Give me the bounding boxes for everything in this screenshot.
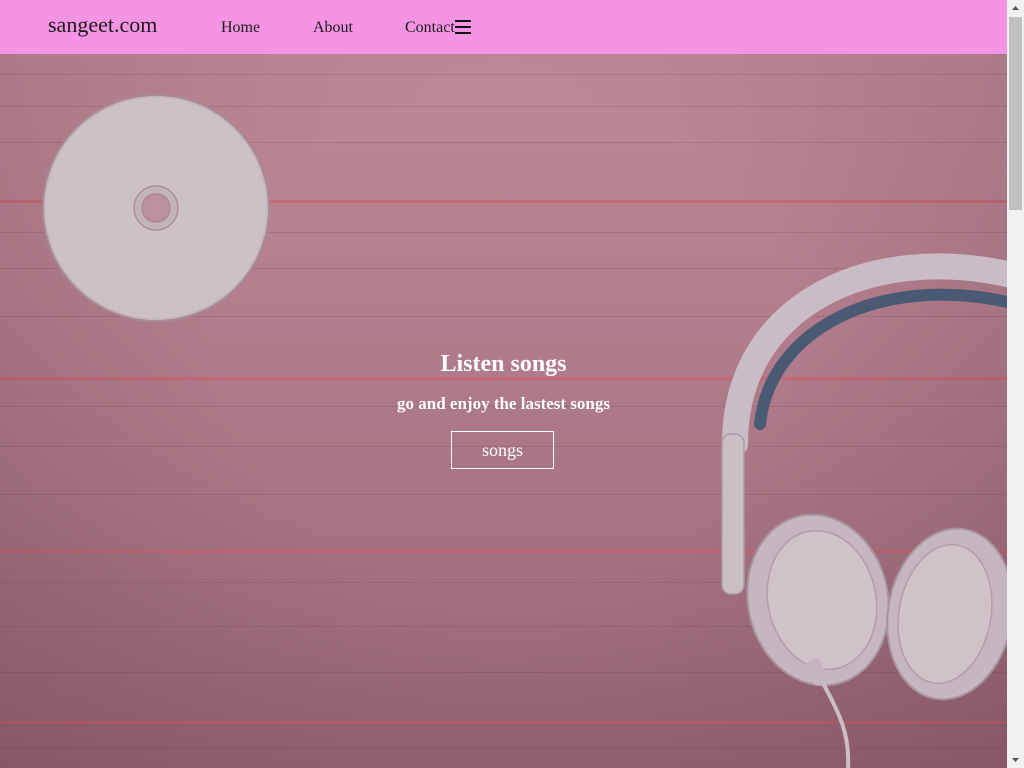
hero-subtitle: go and enjoy the lastest songs [397, 394, 610, 413]
site-brand-link[interactable]: sangeet.com [48, 12, 157, 38]
hamburger-menu-icon[interactable] [455, 19, 471, 34]
nav-link-home[interactable]: Home [221, 19, 260, 37]
nav-link-about[interactable]: About [313, 19, 353, 37]
songs-button[interactable]: songs [451, 431, 554, 469]
hero-content: Listen songs go and enjoy the lastest so… [0, 54, 1007, 768]
hero-section: Listen songs go and enjoy the lastest so… [0, 54, 1007, 768]
hero-title: Listen songs [440, 351, 567, 377]
scroll-up-arrow-icon[interactable] [1007, 0, 1024, 17]
page-scrollbar[interactable] [1007, 0, 1024, 768]
scroll-down-arrow-icon[interactable] [1007, 751, 1024, 768]
scrollbar-thumb[interactable] [1009, 17, 1022, 210]
page: sangeet.com Home About Contact Listen so… [0, 0, 1024, 768]
nav-link-contact[interactable]: Contact [405, 19, 455, 37]
top-navbar: sangeet.com Home About Contact [0, 0, 1007, 54]
